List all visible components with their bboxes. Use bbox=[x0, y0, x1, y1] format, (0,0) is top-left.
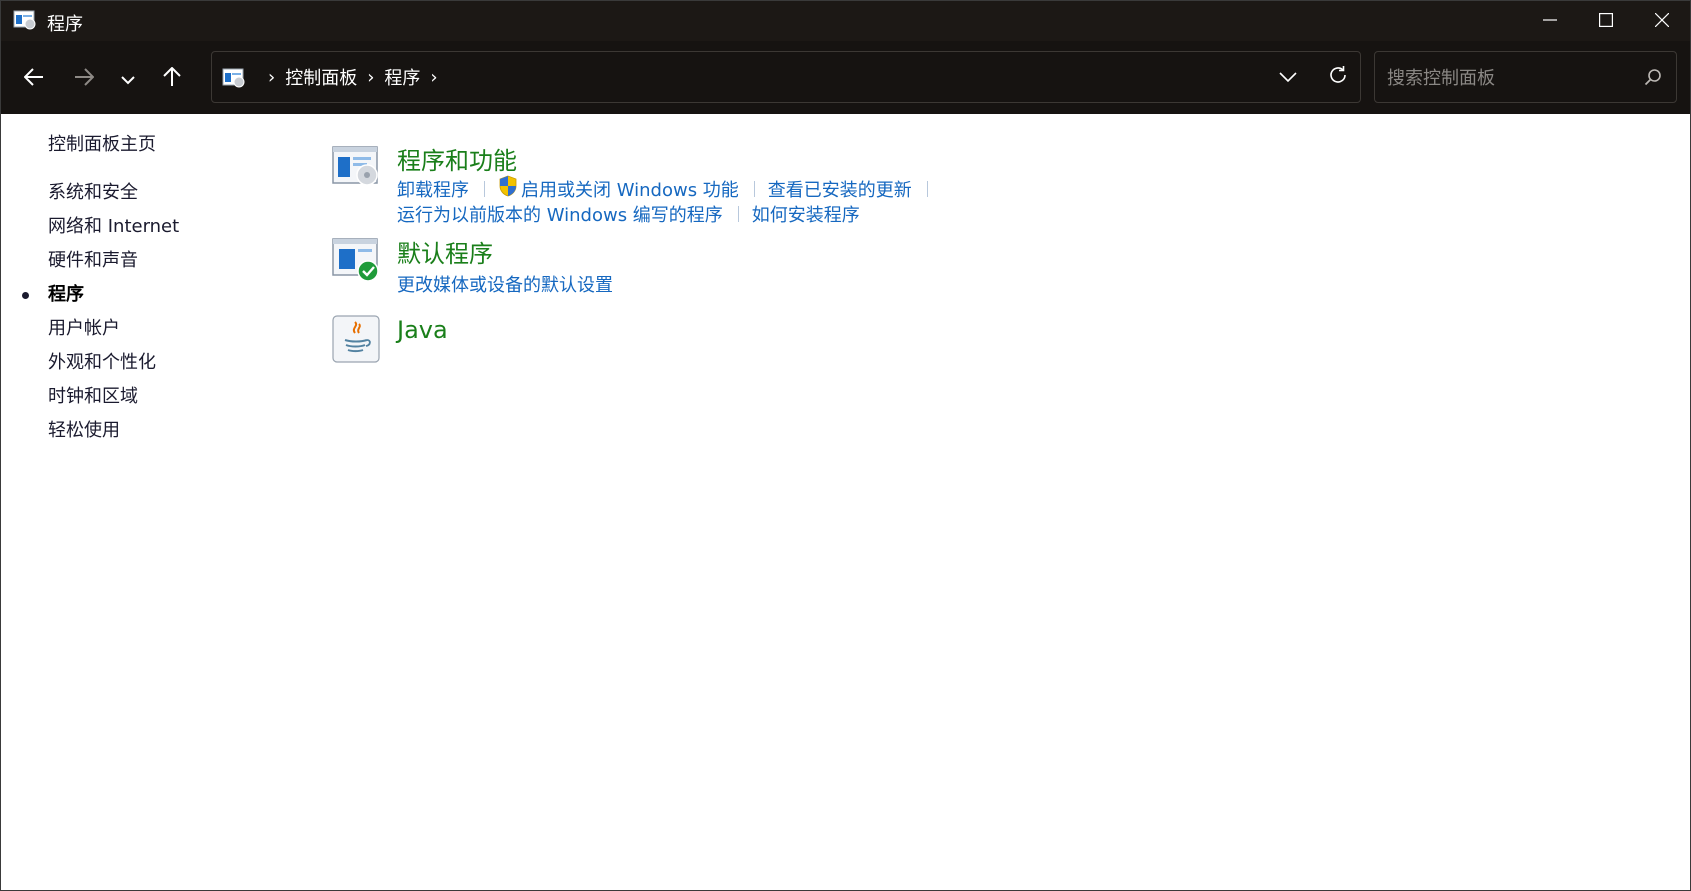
forward-button[interactable] bbox=[66, 63, 102, 95]
programs-features-links-row-2: 运行为以前版本的 Windows 编写的程序 如何安装程序 bbox=[397, 201, 860, 227]
maximize-button[interactable] bbox=[1578, 1, 1634, 41]
sidebar-home-link[interactable]: 控制面板主页 bbox=[48, 130, 156, 156]
sidebar-item-user-accounts[interactable]: 用户帐户 bbox=[48, 314, 120, 340]
sidebar-item-hardware-sound[interactable]: 硬件和声音 bbox=[48, 246, 138, 272]
turn-windows-features-link[interactable]: 启用或关闭 Windows 功能 bbox=[521, 176, 739, 202]
link-separator bbox=[737, 206, 739, 222]
programs-features-title[interactable]: 程序和功能 bbox=[397, 141, 517, 176]
breadcrumb-separator-icon[interactable]: › bbox=[430, 67, 437, 88]
default-programs-links-row: 更改媒体或设备的默认设置 bbox=[397, 271, 613, 297]
breadcrumb-separator-icon[interactable]: › bbox=[367, 67, 374, 88]
sidebar-item-ease-of-access[interactable]: 轻松使用 bbox=[48, 416, 120, 442]
refresh-button[interactable] bbox=[1322, 61, 1354, 93]
sidebar-item-network-internet[interactable]: 网络和 Internet bbox=[48, 212, 179, 238]
link-separator bbox=[484, 180, 485, 197]
breadcrumb-separator-icon[interactable]: › bbox=[268, 67, 275, 88]
default-programs-icon[interactable] bbox=[331, 234, 381, 284]
programs-features-links-row-1: 卸载程序 启用或关闭 Windows 功能 查看已安装的更新 bbox=[397, 175, 941, 202]
control-panel-icon bbox=[13, 9, 37, 35]
recent-locations-button[interactable] bbox=[110, 63, 146, 95]
minimize-button[interactable] bbox=[1522, 1, 1578, 41]
view-installed-updates-link[interactable]: 查看已安装的更新 bbox=[768, 176, 912, 202]
arrow-left-icon bbox=[23, 68, 44, 90]
compatibility-troubleshooter-link[interactable]: 运行为以前版本的 Windows 编写的程序 bbox=[397, 201, 723, 227]
how-to-install-link[interactable]: 如何安装程序 bbox=[752, 201, 860, 227]
up-button[interactable] bbox=[154, 63, 190, 95]
control-panel-icon bbox=[222, 67, 246, 93]
refresh-icon bbox=[1328, 65, 1348, 89]
sidebar-item-system-security[interactable]: 系统和安全 bbox=[48, 178, 138, 204]
address-bar[interactable]: › 控制面板 › 程序 › bbox=[211, 51, 1361, 103]
back-button[interactable] bbox=[16, 63, 52, 95]
search-icon[interactable] bbox=[1644, 68, 1662, 90]
window-title: 程序 bbox=[47, 14, 83, 35]
close-icon bbox=[1654, 12, 1670, 31]
breadcrumb: › 控制面板 › 程序 › bbox=[258, 52, 448, 102]
uac-shield-icon bbox=[498, 175, 518, 202]
link-separator bbox=[753, 180, 755, 197]
search-box bbox=[1374, 51, 1677, 103]
breadcrumb-programs[interactable]: 程序 bbox=[384, 64, 420, 90]
sidebar-item-clock-region[interactable]: 时钟和区域 bbox=[48, 382, 138, 408]
sidebar-item-appearance[interactable]: 外观和个性化 bbox=[48, 348, 156, 374]
minimize-icon bbox=[1543, 12, 1557, 31]
address-history-button[interactable] bbox=[1272, 61, 1304, 93]
breadcrumb-control-panel[interactable]: 控制面板 bbox=[285, 64, 357, 90]
chevron-down-icon bbox=[1279, 68, 1297, 87]
default-programs-title[interactable]: 默认程序 bbox=[397, 234, 493, 269]
link-separator bbox=[926, 180, 928, 197]
java-icon[interactable] bbox=[331, 314, 381, 364]
control-panel-window: 程序 › 控制面板 › 程序 › 搜索控制面板 控制面板主页 系统和安全 网络和… bbox=[0, 0, 1691, 891]
change-media-defaults-link[interactable]: 更改媒体或设备的默认设置 bbox=[397, 271, 613, 297]
java-title[interactable]: Java bbox=[397, 316, 448, 344]
programs-features-icon[interactable] bbox=[331, 141, 381, 191]
sidebar-item-programs[interactable]: 程序 bbox=[48, 280, 84, 306]
close-button[interactable] bbox=[1634, 1, 1690, 41]
chevron-down-icon bbox=[121, 70, 135, 89]
search-input[interactable] bbox=[1385, 62, 1639, 94]
active-bullet-icon bbox=[22, 292, 29, 299]
title-bar: 程序 bbox=[1, 1, 1690, 41]
maximize-icon bbox=[1599, 12, 1614, 31]
arrow-right-icon bbox=[74, 68, 95, 90]
uninstall-program-link[interactable]: 卸载程序 bbox=[397, 176, 469, 202]
arrow-up-icon bbox=[163, 66, 181, 91]
address-toolbar: › 控制面板 › 程序 › bbox=[1, 41, 1690, 114]
